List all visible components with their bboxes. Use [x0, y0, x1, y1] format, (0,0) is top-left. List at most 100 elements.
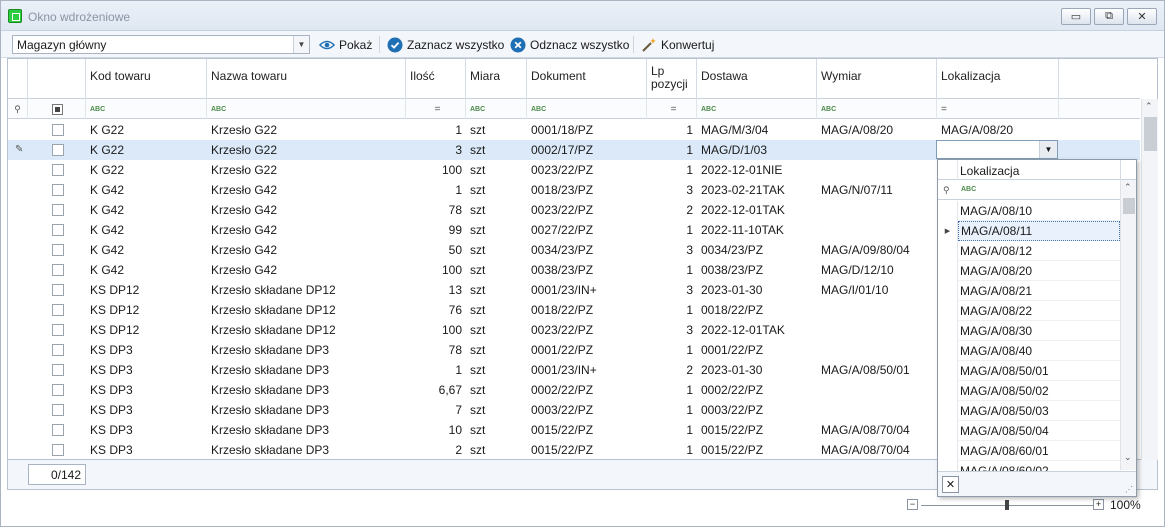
cell-dokument[interactable]: 0002/17/PZ	[527, 140, 647, 160]
cell-lp[interactable]: 2	[647, 200, 697, 220]
cell-nazwa[interactable]: Krzesło G22	[207, 140, 406, 160]
cell-dokument[interactable]: 0018/22/PZ	[527, 300, 647, 320]
cell-ilosc[interactable]: 78	[406, 340, 466, 360]
cell-kod[interactable]: KS DP12	[86, 300, 207, 320]
cell-lp[interactable]: 1	[647, 400, 697, 420]
dropdown-item[interactable]: MAG/A/08/22	[938, 301, 1120, 321]
cell-nazwa[interactable]: Krzesło składane DP3	[207, 400, 406, 420]
cell-dostawa[interactable]: 0015/22/PZ	[697, 440, 817, 460]
chevron-up-icon[interactable]: ⌃	[1145, 101, 1153, 112]
row-checkbox[interactable]	[52, 424, 64, 436]
cell-lp[interactable]: 1	[647, 420, 697, 440]
cell-dostawa[interactable]: 2022-12-01NIE	[697, 160, 817, 180]
show-button[interactable]: Pokaż	[319, 35, 372, 54]
dropdown-item[interactable]: MAG/A/08/60/01	[938, 441, 1120, 461]
dropdown-item[interactable]: MAG/A/08/21	[938, 281, 1120, 301]
row-checkbox[interactable]	[52, 384, 64, 396]
cell-nazwa[interactable]: Krzesło G42	[207, 200, 406, 220]
cell-ilosc[interactable]: 6,67	[406, 380, 466, 400]
dropdown-item[interactable]: MAG/A/08/12	[938, 241, 1120, 261]
cell-nazwa[interactable]: Krzesło składane DP3	[207, 380, 406, 400]
cell-lp[interactable]: 1	[647, 260, 697, 280]
cell-miara[interactable]: szt	[466, 120, 527, 140]
cell-dostawa[interactable]: 0002/22/PZ	[697, 380, 817, 400]
cell-ilosc[interactable]: 1	[406, 180, 466, 200]
dropdown-item[interactable]: MAG/A/08/50/04	[938, 421, 1120, 441]
column-header[interactable]: Ilość	[406, 59, 466, 99]
dropdown-item[interactable]: ▶ MAG/A/08/11	[938, 221, 1120, 241]
cell-wymiar[interactable]: MAG/I/01/10	[817, 280, 937, 300]
cell-miara[interactable]: szt	[466, 400, 527, 420]
cell-nazwa[interactable]: Krzesło G42	[207, 180, 406, 200]
cell-dokument[interactable]: 0002/22/PZ	[527, 380, 647, 400]
cell-dostawa[interactable]: 0034/23/PZ	[697, 240, 817, 260]
cell-miara[interactable]: szt	[466, 320, 527, 340]
cell-wymiar[interactable]	[817, 300, 937, 320]
cell-dostawa[interactable]: 0001/22/PZ	[697, 340, 817, 360]
cell-miara[interactable]: szt	[466, 160, 527, 180]
row-checkbox[interactable]	[52, 364, 64, 376]
dropdown-item[interactable]: MAG/A/08/50/01	[938, 361, 1120, 381]
filter-cell[interactable]: ABC	[527, 99, 647, 119]
cell-dokument[interactable]: 0001/18/PZ	[527, 120, 647, 140]
filter-cell[interactable]: =	[647, 99, 697, 119]
pin-icon[interactable]: ⚲	[8, 99, 28, 119]
cell-kod[interactable]: KS DP3	[86, 420, 207, 440]
dropdown-item[interactable]: MAG/A/08/10	[938, 201, 1120, 221]
cell-dostawa[interactable]: 0038/23/PZ	[697, 260, 817, 280]
cell-kod[interactable]: K G22	[86, 140, 207, 160]
cell-dokument[interactable]: 0015/22/PZ	[527, 420, 647, 440]
cell-lp[interactable]: 1	[647, 300, 697, 320]
cell-miara[interactable]: szt	[466, 300, 527, 320]
chevron-up-icon[interactable]: ⌃	[1124, 182, 1132, 193]
cell-kod[interactable]: KS DP3	[86, 340, 207, 360]
cell-nazwa[interactable]: Krzesło składane DP3	[207, 420, 406, 440]
dropdown-item[interactable]: MAG/A/08/50/02	[938, 381, 1120, 401]
column-header[interactable]: Dokument	[527, 59, 647, 99]
pin-icon[interactable]: ⚲	[943, 185, 950, 196]
row-checkbox[interactable]	[52, 244, 64, 256]
column-header[interactable]: Lokalizacja	[937, 59, 1059, 99]
close-button[interactable]: ✕	[1127, 8, 1157, 25]
cell-kod[interactable]: KS DP3	[86, 400, 207, 420]
cell-lp[interactable]: 3	[647, 280, 697, 300]
cell-dokument[interactable]: 0023/22/PZ	[527, 320, 647, 340]
cell-kod[interactable]: K G42	[86, 260, 207, 280]
cell-ilosc[interactable]: 99	[406, 220, 466, 240]
cell-nazwa[interactable]: Krzesło G42	[207, 240, 406, 260]
filter-cell[interactable]: ABC	[207, 99, 406, 119]
cell-wymiar[interactable]: MAG/A/08/50/01	[817, 360, 937, 380]
cell-ilosc[interactable]: 7	[406, 400, 466, 420]
cell-lp[interactable]: 3	[647, 180, 697, 200]
scrollbar-thumb[interactable]	[1144, 117, 1157, 151]
minimize-button[interactable]: ▭	[1061, 8, 1091, 25]
cell-lp[interactable]: 1	[647, 120, 697, 140]
cell-kod[interactable]: K G22	[86, 160, 207, 180]
column-header[interactable]: Dostawa	[697, 59, 817, 99]
row-checkbox[interactable]	[52, 224, 64, 236]
cell-wymiar[interactable]	[817, 400, 937, 420]
table-row[interactable]: K G22 Krzesło G22 1 szt 0001/18/PZ 1 MAG/M/3/0…	[8, 120, 1140, 140]
cell-nazwa[interactable]: Krzesło składane DP3	[207, 340, 406, 360]
cell-nazwa[interactable]: Krzesło składane DP3	[207, 360, 406, 380]
cell-miara[interactable]: szt	[466, 380, 527, 400]
cell-wymiar[interactable]: MAG/A/08/20	[817, 120, 937, 140]
cell-dostawa[interactable]: 0018/22/PZ	[697, 300, 817, 320]
cell-lp[interactable]: 1	[647, 140, 697, 160]
cell-miara[interactable]: szt	[466, 240, 527, 260]
cell-lp[interactable]: 3	[647, 320, 697, 340]
dropdown-item[interactable]: MAG/A/08/20	[938, 261, 1120, 281]
filter-cell[interactable]: ABC	[466, 99, 527, 119]
cell-dokument[interactable]: 0003/22/PZ	[527, 400, 647, 420]
dropdown-item[interactable]: MAG/A/08/50/03	[938, 401, 1120, 421]
cell-nazwa[interactable]: Krzesło G22	[207, 160, 406, 180]
cell-wymiar[interactable]	[817, 340, 937, 360]
cell-wymiar[interactable]: MAG/A/09/80/04	[817, 240, 937, 260]
filter-cell[interactable]: =	[937, 99, 1059, 119]
cell-dostawa[interactable]: 0003/22/PZ	[697, 400, 817, 420]
cell-kod[interactable]: K G42	[86, 240, 207, 260]
cell-lp[interactable]: 3	[647, 240, 697, 260]
cell-kod[interactable]: KS DP3	[86, 380, 207, 400]
cell-nazwa[interactable]: Krzesło G22	[207, 120, 406, 140]
column-header[interactable]: Miara	[466, 59, 527, 99]
